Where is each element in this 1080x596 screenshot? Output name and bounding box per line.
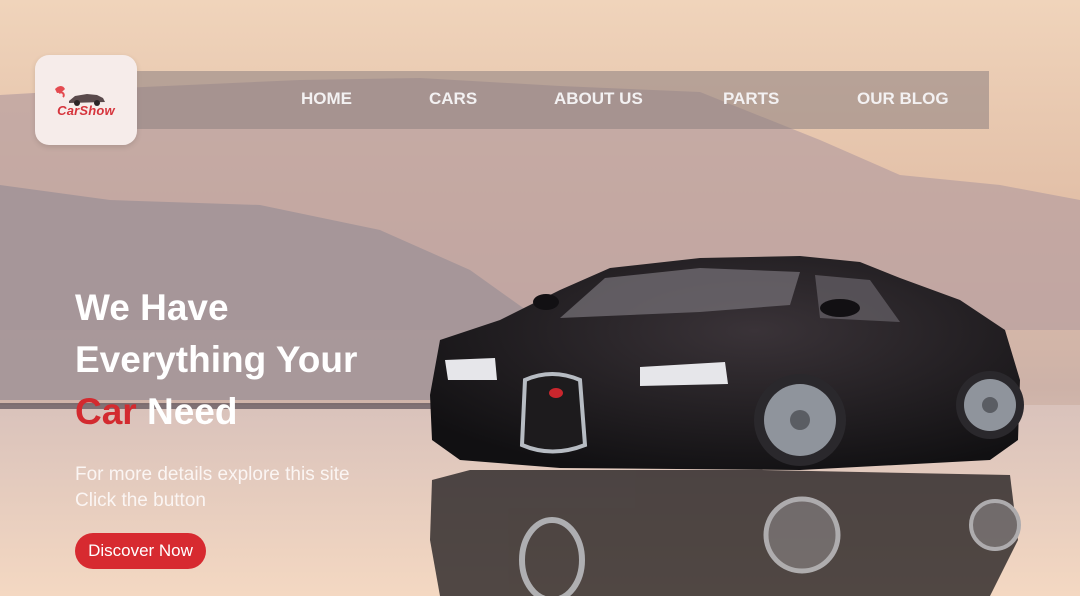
nav-cars[interactable]: CARS [429,71,477,129]
headline-rest: Need [146,391,238,432]
headline-line-2: Everything Your [75,339,358,380]
headline-accent: Car [75,391,137,432]
nav-home[interactable]: HOME [301,71,352,129]
nav-about-us[interactable]: ABOUT US [554,71,643,129]
brand-logo[interactable]: CarShow [35,55,137,145]
nav-our-blog[interactable]: OUR BLOG [857,71,949,129]
discover-now-button[interactable]: Discover Now [75,533,206,569]
subtext-line-1: For more details explore this site [75,464,350,485]
logo-text: CarShow [57,102,115,118]
subtext-line-2: Click the button [75,490,206,511]
headline-line-1: We Have [75,287,229,328]
hero-headline: We Have Everything Your Car Need [75,282,435,438]
hero-subtext: For more details explore this site Click… [75,462,350,514]
main-navigation: HOME CARS ABOUT US PARTS OUR BLOG [137,71,989,129]
nav-parts[interactable]: PARTS [723,71,779,129]
